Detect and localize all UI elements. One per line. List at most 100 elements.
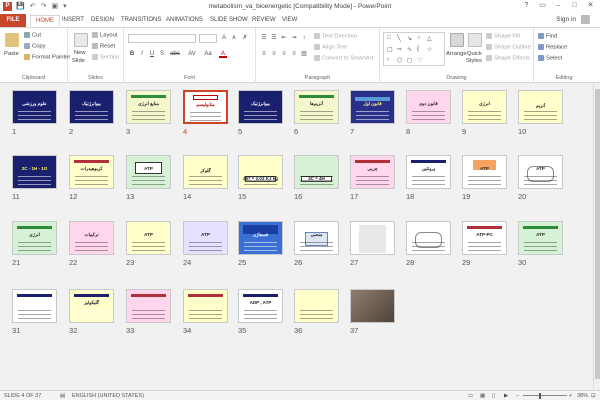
paste-icon[interactable] [5,33,19,47]
slide-thumbnail[interactable] [126,289,171,323]
slide-thumbnail[interactable]: ATP [518,155,563,189]
sign-in-link[interactable]: Sign in [556,16,576,23]
find-button[interactable]: Find [538,33,557,40]
minimize-button[interactable]: – [551,1,566,11]
underline-button[interactable]: U [148,50,156,58]
new-slide-icon[interactable] [74,33,88,47]
arrange-button[interactable]: Arrange [446,51,467,57]
quick-styles-button[interactable]: Quick [467,51,482,57]
character-spacing-button[interactable]: AV [186,50,198,58]
zoom-in-button[interactable]: + [569,393,572,399]
justify-icon[interactable]: ≡ [290,50,298,58]
curve-shape-icon[interactable]: ∿ [407,46,412,53]
slide-thumbnail[interactable]: 3C = 4H [294,155,339,189]
slide-thumbnail[interactable]: منابع انرژی [126,90,171,124]
slide-thumbnail[interactable]: ATP [183,221,228,255]
slide-thumbnail[interactable]: ATP [126,221,171,255]
align-text-button[interactable]: Align Text [314,44,347,51]
replace-button[interactable]: Replace [538,44,567,51]
scrollbar-thumb[interactable] [595,89,600,379]
zoom-slider-thumb[interactable] [538,393,541,399]
reset-button[interactable]: Reset [92,43,115,50]
chevron-shape-icon[interactable]: › [387,57,389,63]
shape-effects-button[interactable]: Shape Effects [486,55,530,62]
slide-thumbnail[interactable]: ADP , ATP [238,289,283,323]
align-left-icon[interactable]: ≡ [260,50,268,58]
oval-shape-icon[interactable]: ○ [417,35,421,41]
slide-thumbnail[interactable]: منحنی [294,221,339,255]
slide-thumbnail[interactable]: ATP [462,155,507,189]
shapes-gallery[interactable]: □ ╲ ↘ ○ △ ▢ ⇨ ∿ { ☆ › ⬡ ◻ ♡ [383,32,445,66]
shadow-button[interactable]: S [158,50,166,58]
avatar[interactable] [581,15,590,24]
align-right-icon[interactable]: ≡ [280,50,288,58]
slide-thumbnail[interactable]: گلوکز [183,155,228,189]
zoom-level[interactable]: 38% [577,393,588,399]
new-slide-button-line2[interactable]: Slide [72,58,85,64]
font-name-field[interactable] [128,34,196,43]
fit-to-window-icon[interactable]: ⊡ [591,393,596,399]
convert-smartart-button[interactable]: Convert to SmartArt [314,55,373,62]
close-button[interactable]: ✕ [583,1,598,11]
slide-thumbnail[interactable]: پروتئین [406,155,451,189]
tab-slideshow[interactable]: SLIDE SHOW [210,15,248,26]
block-arrow-shape-icon[interactable]: ⇨ [397,46,402,53]
arrange-icon[interactable] [450,33,464,47]
tab-file[interactable]: FILE [0,14,26,27]
triangle-shape-icon[interactable]: △ [427,35,432,42]
layout-button[interactable]: Layout [92,32,117,39]
tab-home[interactable]: HOME [30,15,60,26]
decrease-indent-icon[interactable]: ⇤ [280,34,288,42]
tab-insert[interactable]: INSERT [62,15,84,26]
ribbon-display-options-button[interactable]: ▭ [535,1,550,11]
quick-styles-button-line2[interactable]: Styles [466,58,482,64]
clear-formatting-button[interactable]: ✗ [241,34,249,42]
maximize-button[interactable]: □ [567,1,582,11]
reading-view-icon[interactable]: ▯ [492,393,495,399]
format-painter-button[interactable]: Format Painter [24,54,70,61]
slide-thumbnail[interactable]: بیوانرژتیک [69,90,114,124]
slide-thumbnail[interactable]: آنزیم [518,90,563,124]
slide-thumbnail[interactable]: متابولیسم [183,90,228,124]
heart-shape-icon[interactable]: ♡ [417,57,422,64]
line-spacing-icon[interactable]: ↕ [300,34,308,42]
columns-icon[interactable]: ▥ [300,50,308,58]
slide-thumbnail[interactable]: بیوانرژتیک [238,90,283,124]
slide-thumbnail[interactable] [12,289,57,323]
slide-thumbnail[interactable]: گلیکولیز [69,289,114,323]
paste-button[interactable]: Paste [4,51,19,57]
arrow-shape-icon[interactable]: ↘ [407,35,412,42]
shape-outline-button[interactable]: Shape Outline [486,44,531,51]
vertical-scrollbar[interactable] [593,83,600,390]
slide-sorter-view-icon[interactable]: ▦ [480,393,485,399]
language-indicator[interactable]: ENGLISH (UNITED STATES) [72,393,144,399]
cut-button[interactable]: Cut [24,32,41,39]
line-shape-icon[interactable]: ╲ [397,35,401,42]
slide-thumbnail[interactable]: آنزیم‌ها [294,90,339,124]
spellcheck-icon[interactable]: ▤ [60,393,65,399]
tab-animations[interactable]: ANIMATIONS [166,15,203,26]
slideshow-view-icon[interactable]: ▶ [504,393,508,399]
zoom-slider[interactable] [523,395,567,396]
align-center-icon[interactable]: ≡ [270,50,278,58]
tab-view[interactable]: VIEW [282,15,297,26]
bold-button[interactable]: B [128,50,136,58]
tab-review[interactable]: REVIEW [252,15,276,26]
slide-thumbnail[interactable] [350,289,395,323]
italic-button[interactable]: I [138,50,146,58]
slide-thumbnail[interactable]: علوم ورزشی [12,90,57,124]
copy-button[interactable]: Copy [24,43,46,50]
slide-thumbnail[interactable]: کربوهیدرات [69,155,114,189]
new-slide-button[interactable]: New [74,50,86,56]
slide-thumbnail[interactable]: ATP [126,155,171,189]
slide-thumbnail[interactable] [183,289,228,323]
font-color-button[interactable]: A [219,50,227,58]
bullets-icon[interactable]: ☰ [260,34,268,42]
zoom-out-button[interactable]: − [516,393,519,399]
slide-thumbnail[interactable] [294,289,339,323]
slide-thumbnail[interactable]: 2C - 1H - 1O [12,155,57,189]
tab-transitions[interactable]: TRANSITIONS [121,15,161,26]
slide-thumbnail[interactable]: ATP [518,221,563,255]
rectangle-shape-icon[interactable]: □ [387,35,391,41]
slide-thumbnail[interactable]: قانون دوم [406,90,451,124]
